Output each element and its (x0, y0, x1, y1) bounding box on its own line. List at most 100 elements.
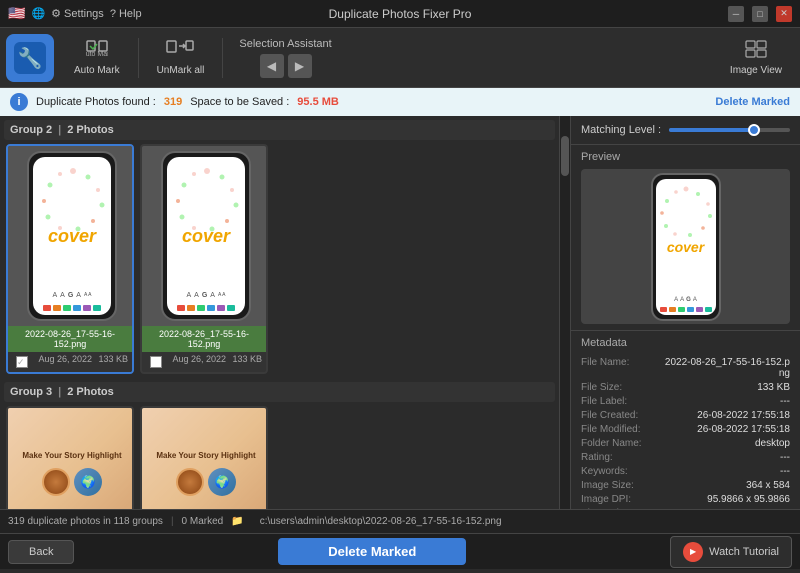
meta-key: File Size: (581, 382, 661, 393)
info-prefix: Duplicate Photos found : (36, 96, 156, 108)
back-button[interactable]: Back (8, 540, 74, 564)
window-controls: ─ □ ✕ (728, 6, 792, 22)
minimize-button[interactable]: ─ (728, 6, 744, 22)
meta-value: 26-08-2022 17:55:18 (697, 410, 790, 421)
photo-thumb-1: cover A (8, 146, 134, 326)
metadata-row: File Size: 133 KB (581, 380, 790, 394)
status-path: c:\users\admin\desktop\2022-08-26_17-55-… (260, 516, 502, 527)
meta-value: desktop (755, 438, 790, 449)
selection-next-button[interactable]: ▶ (288, 54, 312, 78)
space-prefix: Space to be Saved : (190, 96, 289, 108)
metadata-row: File Modified:26-08-2022 17:55:18 (581, 422, 790, 436)
app-logo: 🔧 (6, 34, 54, 82)
main-area: Group 2 | 2 Photos (0, 116, 800, 509)
photo-1-meta: ✓ Aug 26, 2022 133 KB (8, 352, 132, 372)
meta-value: --- (780, 452, 790, 463)
help-button[interactable]: ? Help (110, 8, 142, 20)
story-content-2: Make Your Story Highlight 🌍 (142, 408, 268, 509)
matching-level: Matching Level : (571, 116, 800, 145)
story-thumb-1: Make Your Story Highlight 🌍 (8, 408, 134, 509)
svg-text:Auto Mark: Auto Mark (86, 51, 108, 58)
preview-image: cover AAGA (581, 169, 790, 324)
maximize-button[interactable]: □ (752, 6, 768, 22)
slider-thumb (748, 124, 760, 136)
metadata-section: Metadata File Name:2022-08-26_17-55-16-1… (571, 331, 800, 509)
watch-tutorial-label: Watch Tutorial (709, 546, 779, 558)
image-view-button[interactable]: Image View (718, 33, 794, 83)
photo-2-filename: 2022-08-26_17-55-16-152.png (142, 326, 266, 352)
auto-mark-button[interactable]: Auto Mark Auto Mark (64, 33, 130, 83)
metadata-label: Metadata (581, 337, 790, 349)
photo-thumb-2: cover AAGAA A (142, 146, 268, 326)
photo-card-2[interactable]: cover AAGAA A (140, 144, 268, 374)
status-total: 319 duplicate photos in 118 groups (8, 516, 163, 527)
meta-value: 32 (779, 508, 790, 510)
meta-key: File Name: (581, 357, 661, 379)
info-icon: i (10, 93, 28, 111)
metadata-row: Bit Depth: 32 (581, 506, 790, 509)
group-2-label: Group 2 (10, 124, 52, 136)
metadata-row: File Created:26-08-2022 17:55:18 (581, 408, 790, 422)
close-button[interactable]: ✕ (776, 6, 792, 22)
photo-1-date: Aug 26, 2022 (38, 354, 92, 370)
unmark-icon (166, 40, 194, 63)
toolbar-divider-2 (222, 38, 223, 78)
svg-text:🔧: 🔧 (18, 46, 43, 70)
image-view-label: Image View (730, 65, 782, 76)
metadata-row: Folder Name:desktop (581, 436, 790, 450)
delete-marked-button[interactable]: Delete Marked (278, 538, 466, 565)
toolbar: 🔧 Auto Mark Auto Mark UnMark all Selecti… (0, 28, 800, 88)
scrollbar[interactable] (560, 116, 570, 509)
group-2-count: 2 Photos (67, 124, 113, 136)
auto-mark-icon: Auto Mark (86, 40, 108, 63)
photo-1-filename: 2022-08-26_17-55-16-152.png (8, 326, 132, 352)
group-2-header: Group 2 | 2 Photos (4, 120, 555, 140)
bottom-bar: Back Delete Marked ▶ Watch Tutorial (0, 533, 800, 569)
delete-marked-link[interactable]: Delete Marked (715, 96, 790, 108)
metadata-row: Keywords: --- (581, 464, 790, 478)
meta-value: 133 KB (757, 382, 790, 393)
photo-card-1[interactable]: cover A (6, 144, 134, 374)
story-title-2: Make Your Story Highlight (156, 451, 255, 460)
matching-level-slider[interactable] (669, 128, 790, 132)
metadata-row: File Label:--- (581, 394, 790, 408)
selection-assistant-label: Selection Assistant (239, 38, 331, 50)
photo-1-checkbox[interactable]: ✓ (16, 356, 28, 368)
story-card-2[interactable]: Make Your Story Highlight 🌍 (140, 406, 268, 509)
metadata-rows: File Name:2022-08-26_17-55-16-152.pngFil… (581, 355, 790, 509)
meta-key: Keywords: (581, 466, 661, 477)
watch-tutorial-button[interactable]: ▶ Watch Tutorial (670, 536, 792, 568)
auto-mark-label: Auto Mark (74, 65, 120, 76)
metadata-row: Image Size:364 x 584 (581, 478, 790, 492)
meta-key: File Label: (581, 396, 661, 407)
toolbar-divider-1 (138, 38, 139, 78)
story-card-1[interactable]: Make Your Story Highlight 🌍 (6, 406, 134, 509)
right-panel: Matching Level : Preview (570, 116, 800, 509)
group-2-photos: cover A (4, 144, 555, 374)
photo-1-size: 133 KB (98, 354, 128, 370)
info-bar: i Duplicate Photos found : 319 Space to … (0, 88, 800, 116)
photo-list[interactable]: Group 2 | 2 Photos (0, 116, 560, 509)
story-content-1: Make Your Story Highlight 🌍 (8, 408, 134, 509)
unmark-all-label: UnMark all (157, 65, 205, 76)
selection-prev-button[interactable]: ◀ (260, 54, 284, 78)
unmark-all-button[interactable]: UnMark all (147, 33, 215, 83)
photo-2-date: Aug 26, 2022 (172, 354, 226, 370)
photo-2-checkbox[interactable] (150, 356, 162, 368)
status-marked: 0 Marked (182, 516, 224, 527)
settings-button[interactable]: ⚙ Settings (51, 7, 104, 20)
image-view-icon (745, 40, 767, 63)
matching-level-label: Matching Level : (581, 124, 661, 136)
scroll-thumb[interactable] (561, 136, 569, 176)
duplicate-count: 319 (164, 96, 182, 108)
group-3-label: Group 3 (10, 386, 52, 398)
group-3-count: 2 Photos (67, 386, 113, 398)
title-bar-left: 🇺🇸 🌐 ⚙ Settings ? Help (8, 5, 142, 22)
meta-key: Bit Depth: (581, 508, 661, 510)
meta-value: 2022-08-26_17-55-16-152.png (661, 357, 790, 379)
meta-value: 95.9866 x 95.9866 (707, 494, 790, 505)
selection-assistant: Selection Assistant ◀ ▶ (231, 34, 339, 82)
group-3-photos: Make Your Story Highlight 🌍 (4, 406, 555, 509)
meta-value: --- (780, 466, 790, 477)
folder-icon: 📁 (231, 516, 243, 527)
